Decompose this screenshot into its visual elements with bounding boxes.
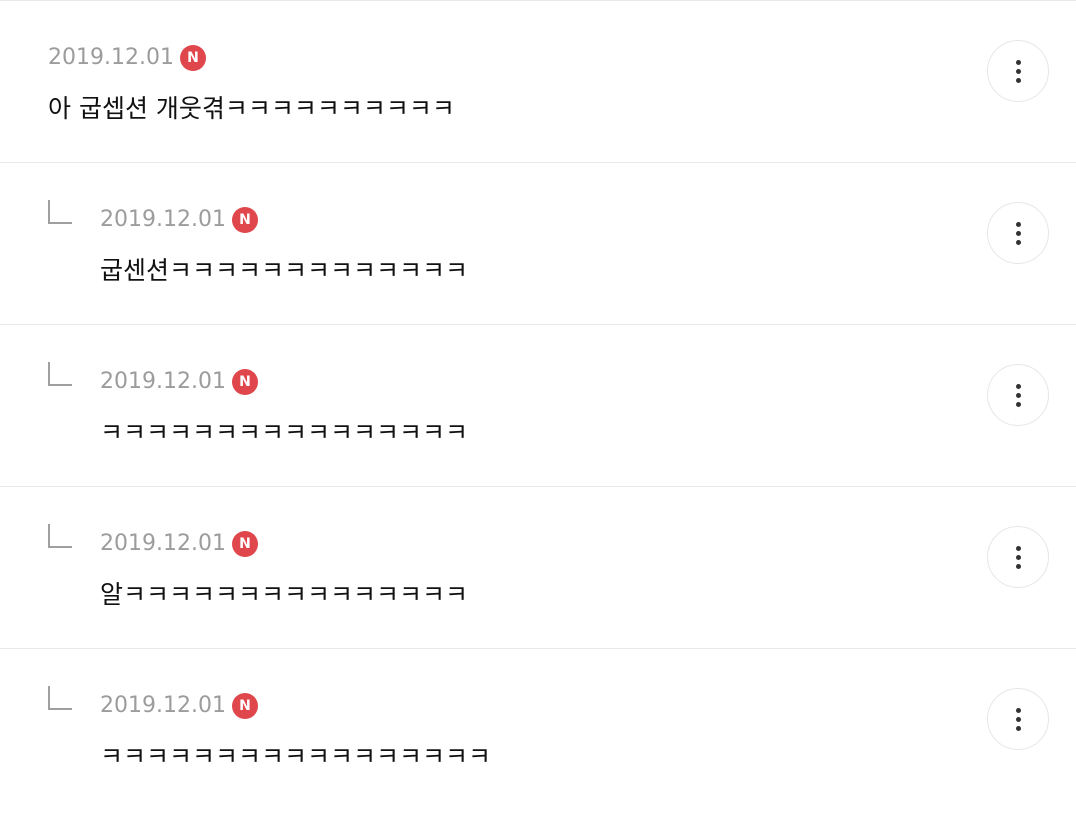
more-options-button[interactable] [987, 364, 1049, 426]
comment-date: 2019.12.01 [100, 369, 226, 394]
more-options-button[interactable] [987, 202, 1049, 264]
more-vertical-icon [1015, 230, 1021, 236]
reply-arrow-icon [48, 686, 72, 710]
comment-meta: 2019.12.01 N [100, 365, 258, 399]
new-badge-icon: N [231, 531, 258, 557]
more-vertical-icon [1015, 725, 1021, 731]
more-vertical-icon [1015, 707, 1021, 713]
more-vertical-icon [1015, 221, 1021, 227]
reply-item: 2019.12.01 N ㅋㅋㅋㅋㅋㅋㅋㅋㅋㅋㅋㅋㅋㅋㅋㅋㅋ [0, 649, 1076, 811]
more-vertical-icon [1015, 77, 1021, 83]
more-vertical-icon [1015, 716, 1021, 722]
reply-arrow-icon [48, 362, 72, 386]
comment-meta: 2019.12.01 N [100, 689, 258, 723]
reply-item: 2019.12.01 N ㅋㅋㅋㅋㅋㅋㅋㅋㅋㅋㅋㅋㅋㅋㅋㅋ [0, 325, 1076, 487]
more-vertical-icon [1015, 59, 1021, 65]
comment-text: 굽센션ㅋㅋㅋㅋㅋㅋㅋㅋㅋㅋㅋㅋㅋ [100, 256, 469, 285]
reply-arrow-icon [48, 524, 72, 548]
new-badge-icon: N [231, 207, 258, 233]
reply-arrow-icon [48, 200, 72, 224]
comment-text: 알ㅋㅋㅋㅋㅋㅋㅋㅋㅋㅋㅋㅋㅋㅋㅋ [100, 580, 469, 609]
comment-meta: 2019.12.01 N [48, 41, 206, 75]
comment-text: ㅋㅋㅋㅋㅋㅋㅋㅋㅋㅋㅋㅋㅋㅋㅋㅋ [100, 418, 469, 447]
comment-list: 2019.12.01 N 아 굽셉션 개웃겪ㅋㅋㅋㅋㅋㅋㅋㅋㅋㅋ 2019.12… [0, 1, 1076, 811]
more-vertical-icon [1015, 554, 1021, 560]
more-vertical-icon [1015, 563, 1021, 569]
comment-text: ㅋㅋㅋㅋㅋㅋㅋㅋㅋㅋㅋㅋㅋㅋㅋㅋㅋ [100, 742, 492, 771]
new-badge-icon: N [179, 45, 206, 71]
reply-item: 2019.12.01 N 알ㅋㅋㅋㅋㅋㅋㅋㅋㅋㅋㅋㅋㅋㅋㅋ [0, 487, 1076, 649]
more-vertical-icon [1015, 545, 1021, 551]
more-vertical-icon [1015, 239, 1021, 245]
more-vertical-icon [1015, 68, 1021, 74]
more-vertical-icon [1015, 392, 1021, 398]
more-options-button[interactable] [987, 40, 1049, 102]
more-options-button[interactable] [987, 526, 1049, 588]
comment-meta: 2019.12.01 N [100, 203, 258, 237]
comment-date: 2019.12.01 [100, 207, 226, 232]
comment-date: 2019.12.01 [100, 693, 226, 718]
new-badge-icon: N [231, 693, 258, 719]
more-options-button[interactable] [987, 688, 1049, 750]
more-vertical-icon [1015, 383, 1021, 389]
reply-item: 2019.12.01 N 굽센션ㅋㅋㅋㅋㅋㅋㅋㅋㅋㅋㅋㅋㅋ [0, 163, 1076, 325]
more-vertical-icon [1015, 401, 1021, 407]
comment-date: 2019.12.01 [100, 531, 226, 556]
comment-item: 2019.12.01 N 아 굽셉션 개웃겪ㅋㅋㅋㅋㅋㅋㅋㅋㅋㅋ [0, 1, 1076, 163]
comment-date: 2019.12.01 [48, 45, 174, 70]
comment-text: 아 굽셉션 개웃겪ㅋㅋㅋㅋㅋㅋㅋㅋㅋㅋ [48, 94, 455, 123]
comment-meta: 2019.12.01 N [100, 527, 258, 561]
new-badge-icon: N [231, 369, 258, 395]
